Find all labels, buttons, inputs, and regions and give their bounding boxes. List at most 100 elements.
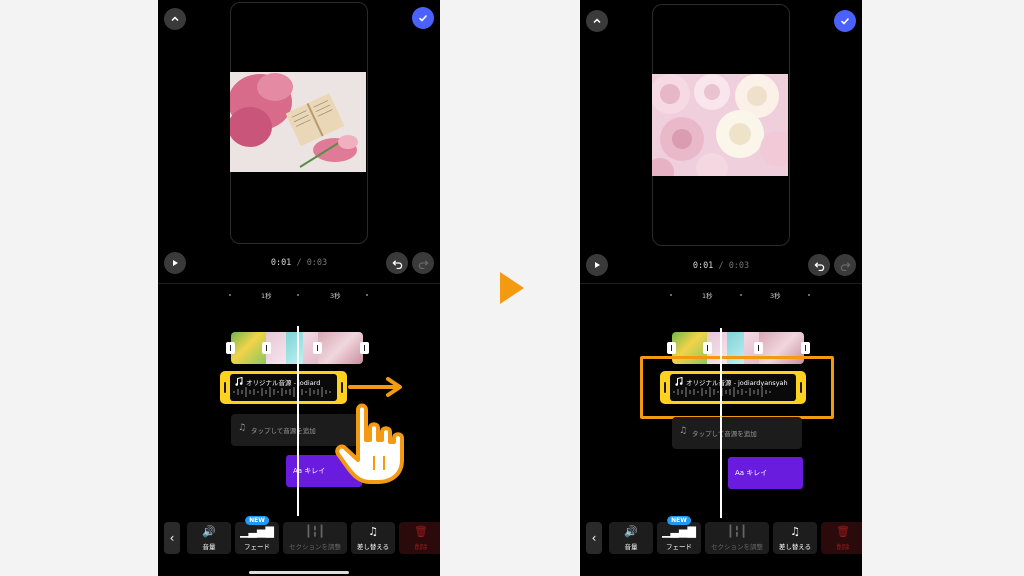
ruler-label-1s: 1秒	[261, 292, 272, 300]
delete-button[interactable]: 🗑 削除	[399, 522, 440, 554]
clip-trim-handle[interactable]	[262, 342, 271, 354]
ruler-label-3s: 3秒	[330, 292, 341, 300]
clip-thumbnail	[231, 332, 266, 364]
audio-waveform	[233, 387, 331, 397]
clip-trim-handle[interactable]	[703, 342, 712, 354]
replace-button[interactable]: ♫ 差し替える	[351, 522, 395, 554]
clip-trim-handle[interactable]	[360, 342, 369, 354]
audio-trim-handle-right[interactable]	[800, 382, 802, 393]
current-time: 0:01	[270, 258, 292, 268]
fade-button[interactable]: NEW ▁▃▅▇ フェード	[235, 516, 279, 554]
text-clip[interactable]: Aa キレイ	[728, 457, 803, 489]
replace-button[interactable]: ♫ 差し替える	[773, 522, 817, 554]
confirm-button[interactable]	[834, 10, 856, 32]
music-note-icon: ♫	[238, 423, 247, 433]
fade-label: フェード	[666, 543, 692, 551]
music-note-icon: ♫	[679, 426, 688, 436]
chevron-left-icon: ‹	[169, 531, 175, 545]
audio-trim-handle-left[interactable]	[664, 382, 666, 393]
chevron-up-icon	[593, 18, 601, 24]
preview-image-roses	[652, 74, 788, 176]
ruler-dot	[229, 294, 231, 296]
total-time: 0:03	[728, 261, 750, 271]
delete-button[interactable]: 🗑 削除	[821, 522, 862, 554]
step-arrow-icon	[500, 272, 524, 304]
volume-button[interactable]: 🔊 音量	[609, 522, 653, 554]
chevron-up-icon	[171, 16, 179, 22]
playhead[interactable]	[297, 326, 299, 516]
current-time: 0:01	[692, 261, 714, 271]
adjust-section-button[interactable]: ┃╏┃ セクションを調整	[705, 522, 769, 554]
audio-clip-selected[interactable]: オリジナル音源 - jodiard	[220, 371, 347, 404]
ruler-label-1s: 1秒	[702, 292, 713, 300]
audio-clip-body: オリジナル音源 - jodiardyansyah	[670, 374, 796, 401]
collapse-button[interactable]	[164, 8, 186, 30]
ruler-dot	[740, 294, 742, 296]
adjust-section-label: セクションを調整	[289, 543, 341, 551]
trash-icon: 🗑	[414, 525, 428, 538]
trash-icon: 🗑	[836, 525, 850, 538]
fade-button[interactable]: NEW ▁▃▅▇ フェード	[657, 516, 701, 554]
clip-trim-handle[interactable]	[667, 342, 676, 354]
volume-label: 音量	[624, 543, 638, 551]
replace-label: 差し替える	[778, 543, 812, 551]
audio-trim-handle-right[interactable]	[341, 382, 343, 393]
clip-thumbnail	[286, 332, 303, 364]
clip-trim-handle[interactable]	[801, 342, 810, 354]
check-icon	[840, 17, 850, 25]
undo-icon	[813, 261, 824, 271]
audio-clip-selected[interactable]: オリジナル音源 - jodiardyansyah	[660, 371, 806, 404]
undo-icon	[391, 259, 402, 269]
collapse-button[interactable]	[586, 10, 608, 32]
add-audio-label: タップして音源を追加	[251, 427, 316, 435]
time-separator: /	[296, 258, 302, 268]
clip-trim-handle[interactable]	[226, 342, 235, 354]
waveform-icon: ┃╏┃	[727, 525, 747, 538]
total-time: 0:03	[306, 258, 328, 268]
adjust-section-button[interactable]: ┃╏┃ セクションを調整	[283, 522, 347, 554]
undo-button[interactable]	[386, 252, 408, 274]
hand-pointer-icon	[335, 403, 404, 484]
time-separator: /	[718, 261, 724, 271]
delete-label: 削除	[414, 543, 428, 551]
chevron-left-icon: ‹	[591, 531, 597, 545]
add-audio-label: タップして音源を追加	[692, 430, 757, 438]
waveform-icon: ┃╏┃	[305, 525, 325, 538]
toolbar-back-button[interactable]: ‹	[164, 522, 180, 554]
phone-screen-after: 0:01 / 0:03 1秒 3秒 オリジナル音源 - jodiardyansy…	[580, 0, 862, 576]
fade-label: フェード	[244, 543, 270, 551]
toolbar-back-button[interactable]: ‹	[586, 522, 602, 554]
phone-screen-before: 0:01 / 0:03 1秒 3秒 オリジナル音源 - jodiard ♫ タッ…	[158, 0, 440, 576]
ruler-dot	[808, 294, 810, 296]
music-note-icon	[675, 377, 683, 386]
volume-label: 音量	[202, 543, 216, 551]
audio-waveform	[673, 387, 771, 397]
undo-button[interactable]	[808, 254, 830, 276]
audio-clip-body: オリジナル音源 - jodiard	[230, 374, 337, 401]
divider	[580, 283, 862, 284]
redo-button[interactable]	[412, 252, 434, 274]
ruler-dot	[670, 294, 672, 296]
ruler-label-3s: 3秒	[770, 292, 781, 300]
add-audio-track[interactable]: ♫ タップして音源を追加	[672, 417, 802, 449]
playhead[interactable]	[720, 328, 722, 518]
check-icon	[418, 14, 428, 22]
fade-bars-icon: ▁▃▅▇	[240, 525, 274, 538]
text-clip-label: Aa キレイ	[735, 469, 768, 477]
music-note-icon	[235, 377, 243, 386]
redo-button[interactable]	[834, 254, 856, 276]
clip-trim-handle[interactable]	[754, 342, 763, 354]
preview-image-book-flowers	[230, 72, 366, 172]
music-note-icon: ♫	[368, 525, 378, 538]
ruler-dot	[366, 294, 368, 296]
audio-trim-handle-left[interactable]	[224, 382, 226, 393]
clip-thumbnail	[318, 332, 363, 364]
adjust-section-label: セクションを調整	[711, 543, 763, 551]
replace-label: 差し替える	[356, 543, 390, 551]
speaker-icon: 🔊	[624, 525, 638, 538]
volume-button[interactable]: 🔊 音量	[187, 522, 231, 554]
confirm-button[interactable]	[412, 7, 434, 29]
clip-trim-handle[interactable]	[313, 342, 322, 354]
redo-icon	[418, 259, 429, 269]
music-note-icon: ♫	[790, 525, 800, 538]
